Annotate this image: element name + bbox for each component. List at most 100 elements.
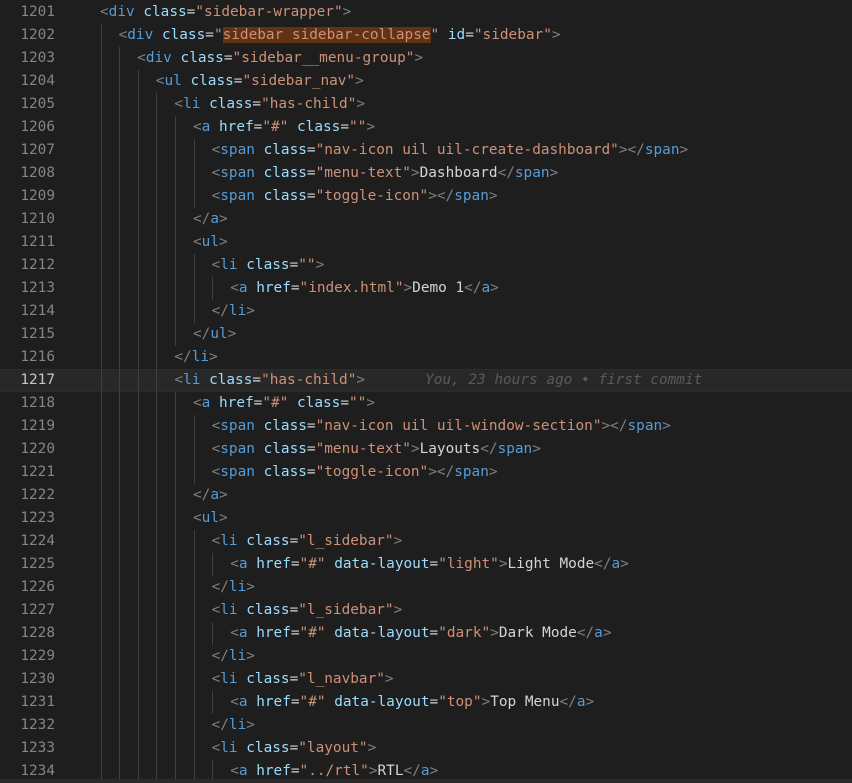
code-line[interactable]: 1209 <span class="toggle-icon"></span> xyxy=(0,185,852,208)
code-line[interactable]: 1206 <a href="#" class=""> xyxy=(0,116,852,139)
code-text[interactable]: </a> xyxy=(193,208,228,231)
code-line[interactable]: 1220 <span class="menu-text">Layouts</spa… xyxy=(0,438,852,461)
current-code-line[interactable]: 1217 <li class="has-child"> You, 23 hours … xyxy=(0,369,852,392)
code-text[interactable]: </li> xyxy=(212,645,255,668)
code-line[interactable]: 1221 <span class="toggle-icon"></span> xyxy=(0,461,852,484)
code-text[interactable]: </li> xyxy=(174,346,217,369)
text-token: RTL xyxy=(377,763,404,779)
code-text[interactable]: <li class="has-child"> xyxy=(174,93,365,116)
attribute-name-token: href xyxy=(219,395,254,411)
code-text[interactable]: <a href="index.html">Demo 1</a> xyxy=(230,277,499,300)
code-text[interactable]: <ul class="sidebar_nav"> xyxy=(156,70,364,93)
code-line[interactable]: 1222 </a> xyxy=(0,484,852,507)
indent-guide xyxy=(212,622,214,645)
code-text[interactable]: <a href="#" class=""> xyxy=(193,116,375,139)
code-line[interactable]: 1214 </li> xyxy=(0,300,852,323)
indent-guide xyxy=(100,553,102,576)
indent-guide xyxy=(175,300,176,323)
horizontal-scrollbar[interactable] xyxy=(0,779,852,783)
indent-guide xyxy=(100,208,102,231)
code-text[interactable]: <span class="menu-text">Layouts</span> xyxy=(212,438,541,461)
punctuation-token: > xyxy=(366,119,376,135)
code-text[interactable]: <li class="l_sidebar"> xyxy=(212,530,403,553)
code-line[interactable]: 1207 <span class="nav-icon uil uil-create… xyxy=(0,139,852,162)
indent-guide xyxy=(156,208,158,231)
code-line[interactable]: 1211 <ul> xyxy=(0,231,852,254)
code-line[interactable]: 1204 <ul class="sidebar_nav"> xyxy=(0,70,852,93)
code-text[interactable]: <span class="nav-icon uil uil-window-sec… xyxy=(212,415,671,438)
line-number: 1230 xyxy=(20,671,55,687)
code-line[interactable]: 1210 </a> xyxy=(0,208,852,231)
code-text[interactable]: <ul> xyxy=(193,231,228,254)
code-line[interactable]: 1215 </ul> xyxy=(0,323,852,346)
code-text[interactable]: <a href="#" data-layout="top">Top Menu</… xyxy=(230,691,594,714)
code-line[interactable]: 1233 <li class="layout"> xyxy=(0,737,852,760)
indent-guide xyxy=(100,691,102,714)
code-line[interactable]: 1226 </li> xyxy=(0,576,852,599)
code-line[interactable]: 1205 <li class="has-child"> xyxy=(0,93,852,116)
code-line[interactable]: 1232 </li> xyxy=(0,714,852,737)
indent-guide xyxy=(119,392,121,415)
indent-guide xyxy=(100,645,102,668)
code-line[interactable]: 1212 <li class=""> xyxy=(0,254,852,277)
code-text[interactable]: <li class="layout"> xyxy=(212,737,377,760)
punctuation-token: < xyxy=(230,280,239,296)
code-line[interactable]: 1202 <div class="sidebar sidebar-collapse… xyxy=(0,24,852,47)
punctuation-token: </ xyxy=(594,556,612,572)
code-text[interactable]: </a> xyxy=(193,484,228,507)
code-text[interactable]: <a href="#" data-layout="dark">Dark Mode… xyxy=(230,622,611,645)
code-line[interactable]: 1229 </li> xyxy=(0,645,852,668)
code-line[interactable]: 1228 <a href="#" data-layout="dark">Dark … xyxy=(0,622,852,645)
code-text[interactable]: <div class="sidebar sidebar-collapse" id… xyxy=(119,24,561,47)
equals-token: = xyxy=(289,740,299,756)
tag-name-token: li xyxy=(220,257,238,273)
code-line[interactable]: 1225 <a href="#" data-layout="light">Ligh… xyxy=(0,553,852,576)
code-line[interactable]: 1219 <span class="nav-icon uil uil-window… xyxy=(0,415,852,438)
code-text[interactable]: </ul> xyxy=(193,323,236,346)
code-text[interactable]: <li class="has-child"> You, 23 hours ago … xyxy=(174,369,702,392)
code-text[interactable]: <li class="l_sidebar"> xyxy=(212,599,403,622)
code-text[interactable]: </li> xyxy=(212,714,255,737)
code-line[interactable]: 1203 <div class="sidebar__menu-group"> xyxy=(0,47,852,70)
code-line[interactable]: 1216 </li> xyxy=(0,346,852,369)
attribute-name-token: class xyxy=(246,257,290,273)
indent-guide xyxy=(175,691,176,714)
code-line[interactable]: 1231 <a href="#" data-layout="top">Top Me… xyxy=(0,691,852,714)
code-line[interactable]: 1213 <a href="index.html">Demo 1</a> xyxy=(0,277,852,300)
code-text[interactable]: <div class="sidebar-wrapper"> xyxy=(100,1,351,24)
code-text[interactable]: <span class="nav-icon uil uil-create-das… xyxy=(212,139,689,162)
line-number: 1231 xyxy=(20,694,55,710)
punctuation-token: </ xyxy=(211,717,229,733)
code-text[interactable]: <div class="sidebar__menu-group"> xyxy=(137,47,423,70)
indent-guide xyxy=(119,231,121,254)
code-line[interactable]: 1223 <ul> xyxy=(0,507,852,530)
code-line[interactable]: 1208 <span class="menu-text">Dashboard</s… xyxy=(0,162,852,185)
punctuation-token: < xyxy=(211,418,221,434)
code-text[interactable]: <span class="toggle-icon"></span> xyxy=(212,185,498,208)
punctuation-token: </ xyxy=(193,326,211,342)
code-text[interactable]: <span class="menu-text">Dashboard</span> xyxy=(212,162,559,185)
indent-guide xyxy=(119,484,121,507)
indent-guide xyxy=(193,139,195,162)
code-line[interactable]: 1218 <a href="#" class=""> xyxy=(0,392,852,415)
code-text[interactable]: <a href="#" class=""> xyxy=(193,392,375,415)
indent-guide xyxy=(137,185,139,208)
code-line[interactable]: 1227 <li class="l_sidebar"> xyxy=(0,599,852,622)
punctuation-token: </ xyxy=(193,211,211,227)
equals-token: = xyxy=(289,671,299,687)
code-line[interactable]: 1230 <li class="l_navbar"> xyxy=(0,668,852,691)
code-editor[interactable]: 1201 <div class="sidebar-wrapper"> 1202 <di… xyxy=(0,0,852,783)
code-text[interactable]: <span class="toggle-icon"></span> xyxy=(212,461,498,484)
code-text[interactable]: <li class="l_navbar"> xyxy=(212,668,394,691)
attribute-name-token: href xyxy=(256,763,291,779)
code-line[interactable]: 1224 <li class="l_sidebar"> xyxy=(0,530,852,553)
code-text[interactable]: <li class=""> xyxy=(212,254,325,277)
code-text[interactable]: </li> xyxy=(212,576,255,599)
attribute-name-token: class xyxy=(209,372,253,388)
code-text[interactable]: <ul> xyxy=(193,507,228,530)
code-text[interactable]: <a href="#" data-layout="light">Light Mo… xyxy=(230,553,629,576)
code-text[interactable]: </li> xyxy=(212,300,255,323)
code-line[interactable]: 1201 <div class="sidebar-wrapper"> xyxy=(0,1,852,24)
